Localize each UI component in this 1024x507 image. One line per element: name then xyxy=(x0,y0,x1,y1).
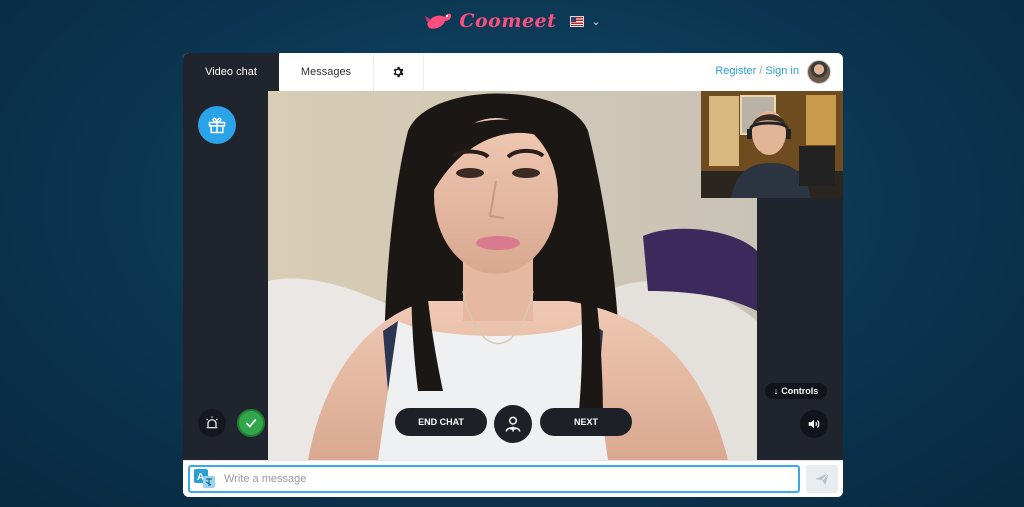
checkmark-icon xyxy=(245,418,257,428)
tab-video-chat-label: Video chat xyxy=(205,66,257,78)
right-sidebar: ↓ Controls xyxy=(757,198,843,460)
send-button[interactable] xyxy=(806,465,838,493)
bird-logo-icon xyxy=(425,13,452,29)
controls-button[interactable]: ↓ Controls xyxy=(765,383,827,399)
speaker-icon xyxy=(808,419,820,429)
settings-button[interactable] xyxy=(373,53,424,91)
tab-messages-label: Messages xyxy=(300,66,352,78)
us-flag-icon[interactable] xyxy=(570,15,585,27)
user-avatar[interactable] xyxy=(807,60,831,84)
message-input[interactable] xyxy=(222,472,798,486)
auth-separator: / xyxy=(759,65,763,77)
gear-icon xyxy=(393,66,404,78)
chevron-down-icon[interactable]: ⌄ xyxy=(591,15,600,28)
controls-label: Controls xyxy=(781,386,819,396)
arrow-down-icon: ↓ xyxy=(773,386,779,396)
auth-links: Register / Sign in xyxy=(715,65,799,77)
report-button[interactable] xyxy=(198,409,226,437)
next-button[interactable]: NEXT xyxy=(540,408,632,436)
tab-messages[interactable]: Messages xyxy=(279,53,374,91)
register-link[interactable]: Register xyxy=(715,65,756,77)
message-box: A xyxy=(188,465,800,493)
translate-icon[interactable]: A xyxy=(194,469,216,489)
add-user-icon xyxy=(505,416,521,432)
gift-icon xyxy=(208,117,226,134)
self-video xyxy=(701,91,843,198)
self-video-frame xyxy=(701,91,843,198)
siren-icon xyxy=(206,416,218,429)
message-bar: A xyxy=(183,460,843,497)
left-sidebar xyxy=(183,91,268,460)
volume-button[interactable] xyxy=(800,410,828,438)
gift-button[interactable] xyxy=(198,106,236,144)
send-icon xyxy=(815,472,829,485)
add-friend-button[interactable] xyxy=(494,405,532,443)
header: Coomeet ⌄ xyxy=(0,8,1024,34)
verified-button[interactable] xyxy=(237,409,265,437)
chat-panel: Video chat Messages Register / Sign in ↓… xyxy=(183,53,843,497)
brand-name[interactable]: Coomeet xyxy=(459,10,556,32)
signin-link[interactable]: Sign in xyxy=(765,65,799,77)
end-chat-button[interactable]: END CHAT xyxy=(395,408,487,436)
top-bar: Video chat Messages Register / Sign in xyxy=(183,53,843,91)
tab-video-chat[interactable]: Video chat xyxy=(183,53,279,91)
